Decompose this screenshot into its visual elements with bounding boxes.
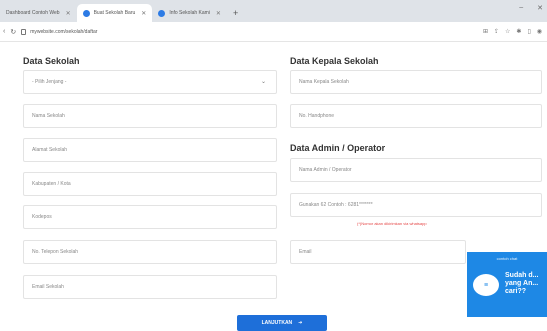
jenjang-placeholder: - Pilih Jenjang - [32, 79, 67, 85]
reload-icon[interactable]: ↻ [10, 28, 16, 36]
section-title-kepala: Data Kepala Sekolah [290, 56, 379, 66]
browser-tab[interactable]: Dashboard Contoh Web ✕ [0, 4, 77, 22]
back-icon[interactable]: ‹ [3, 28, 5, 35]
url-text: mywebsite.com/sekolah/daftar [30, 28, 98, 35]
kodepos-placeholder: Kodepos [32, 214, 52, 220]
tab-label: Info Sekolah Kami [169, 10, 210, 16]
kodepos-input[interactable]: Kodepos [23, 205, 277, 229]
new-tab-button[interactable]: + [227, 4, 244, 22]
url-field[interactable]: mywebsite.com/sekolah/daftar [21, 28, 478, 35]
hp-admin-placeholder: Gunakan 62 Contoh : 6281******* [299, 202, 373, 208]
browser-tab-active[interactable]: Buat Sekolah Baru ✕ [76, 4, 153, 22]
extension-icon[interactable]: ✱ [516, 28, 521, 35]
chevron-down-icon: ⌄ [260, 79, 266, 85]
nama-admin-placeholder: Nama Admin / Operator [299, 167, 352, 173]
arrow-right-icon: ➜ [298, 320, 303, 326]
profile-icon[interactable]: ◉ [537, 28, 542, 35]
email-sekolah-placeholder: Email Sekolah [32, 284, 64, 290]
nama-kepala-placeholder: Nama Kepala Sekolah [299, 79, 349, 85]
sidebar-icon[interactable]: ▯ [527, 28, 530, 35]
alamat-sekolah-placeholder: Alamat Sekolah [32, 147, 68, 153]
tab-label: Buat Sekolah Baru [93, 10, 136, 16]
window-controls: – ✕ [519, 4, 543, 12]
tab-label: Dashboard Contoh Web [6, 10, 60, 16]
nama-admin-input[interactable]: Nama Admin / Operator [290, 158, 542, 182]
translate-icon[interactable]: ⊞ [483, 28, 488, 35]
kabupaten-input[interactable]: Kabupaten / Kota [23, 172, 277, 196]
email-admin-input[interactable]: Email [290, 240, 466, 264]
lanjutkan-label: LANJUTKAN [261, 320, 293, 326]
chat-widget[interactable]: contoh chat ≡ Sudah d... yang An... cari… [467, 252, 547, 317]
jenjang-select[interactable]: - Pilih Jenjang - ⌄ [23, 70, 277, 94]
telepon-sekolah-input[interactable]: No. Telepon Sekolah [23, 240, 277, 264]
address-bar: ‹ ↻ mywebsite.com/sekolah/daftar ⊞ ⇪ ☆ ✱… [0, 22, 547, 42]
hp-kepala-placeholder: No. Handphone [299, 113, 335, 119]
telepon-sekolah-placeholder: No. Telepon Sekolah [32, 249, 79, 255]
minimize-icon[interactable]: – [519, 4, 523, 12]
email-admin-placeholder: Email [299, 249, 312, 255]
chat-message: Sudah d... yang An... cari?? [505, 272, 539, 295]
email-sekolah-input[interactable]: Email Sekolah [23, 275, 277, 299]
lanjutkan-button[interactable]: LANJUTKAN ➜ [237, 315, 327, 331]
kabupaten-placeholder: Kabupaten / Kota [32, 181, 71, 187]
share-icon[interactable]: ⇪ [494, 28, 499, 35]
browser-tab[interactable]: Info Sekolah Kami ✕ [152, 4, 227, 22]
chat-bubble-icon: ≡ [473, 274, 499, 296]
nama-sekolah-placeholder: Nama Sekolah [32, 113, 65, 119]
favicon-icon [82, 9, 90, 17]
close-icon[interactable]: ✕ [216, 10, 221, 17]
nama-sekolah-input[interactable]: Nama Sekolah [23, 104, 277, 128]
section-title-admin: Data Admin / Operator [290, 143, 386, 153]
close-icon[interactable]: ✕ [141, 10, 146, 17]
favicon-icon [158, 9, 166, 17]
star-icon[interactable]: ☆ [505, 28, 510, 35]
chat-header: contoh chat [496, 256, 518, 261]
lock-icon [21, 28, 27, 35]
hp-admin-input[interactable]: Gunakan 62 Contoh : 6281******* [290, 193, 542, 217]
browser-tabbar: Dashboard Contoh Web ✕ Buat Sekolah Baru… [0, 0, 547, 22]
alamat-sekolah-input[interactable]: Alamat Sekolah [23, 138, 277, 162]
hp-kepala-input[interactable]: No. Handphone [290, 104, 542, 128]
extensions-area: ⊞ ⇪ ☆ ✱ ▯ ◉ [483, 28, 542, 35]
section-title-sekolah: Data Sekolah [23, 56, 80, 66]
hp-admin-hint: (*)Nomor akan dikirimkan via whatsapp [357, 221, 427, 226]
nama-kepala-input[interactable]: Nama Kepala Sekolah [290, 70, 542, 94]
window-close-icon[interactable]: ✕ [537, 4, 543, 12]
close-icon[interactable]: ✕ [66, 10, 71, 17]
